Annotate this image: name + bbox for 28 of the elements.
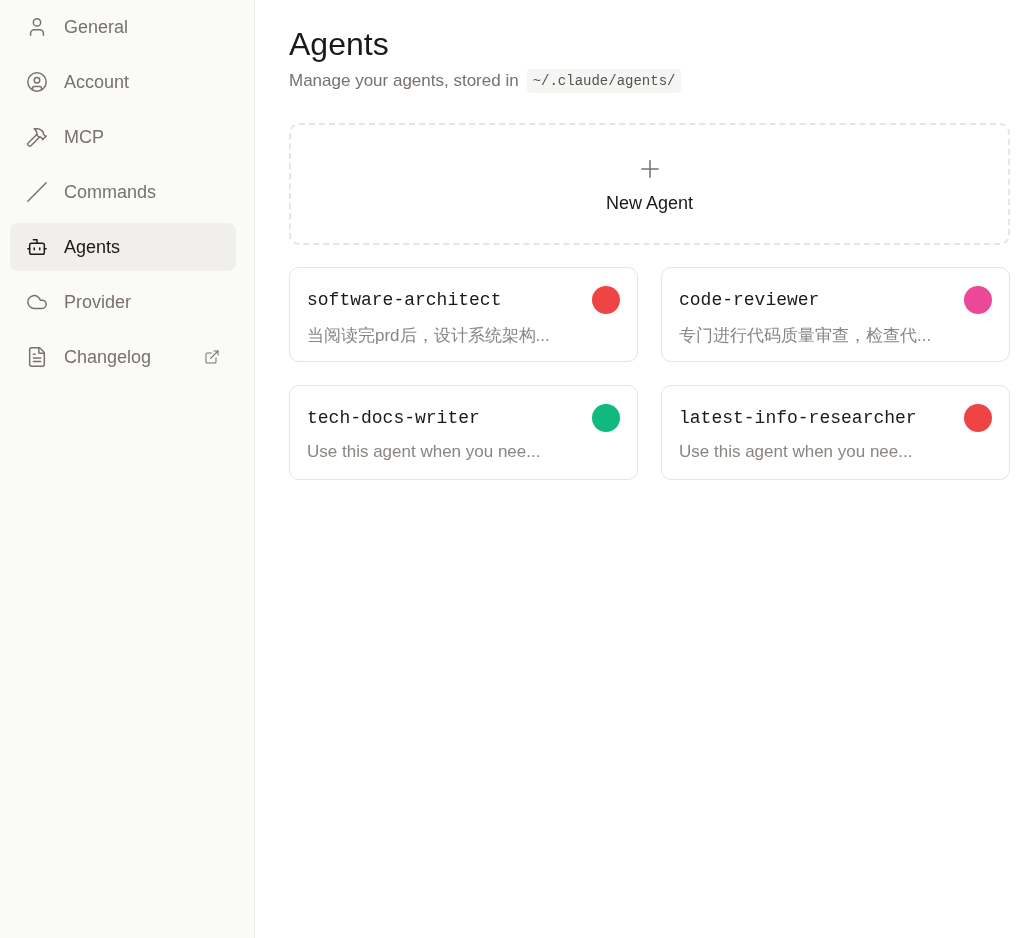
agent-card[interactable]: tech-docs-writer Use this agent when you nee... [289,385,638,480]
sidebar-item[interactable]: Account [10,58,236,106]
page-subtitle: Manage your agents, stored in [289,71,519,91]
agent-card[interactable]: software-architect 当阅读完prd后，设计系统架构... [289,267,638,362]
hammer-icon [26,126,48,148]
sidebar-item[interactable]: Commands [10,168,236,216]
sidebar-item[interactable]: Changelog [10,333,236,381]
slash-icon [26,181,48,203]
agent-name: software-architect [307,290,502,310]
page-title: Agents [289,26,390,63]
sidebar-item[interactable]: General [10,3,236,51]
new-agent-button[interactable]: New Agent [289,123,1010,245]
agents-path: ~/.claude/agents/ [526,69,682,93]
sidebar-item[interactable]: Agents [10,223,236,271]
agent-card[interactable]: code-reviewer 专门进行代码质量审查，检查代... [661,267,1010,362]
agent-description: Use this agent when you nee... [307,442,542,462]
robot-icon [26,236,48,258]
document-icon [26,346,48,368]
agent-description: Use this agent when you nee... [679,442,914,462]
agent-description: 专门进行代码质量审查，检查代... [679,325,933,347]
agent-name: code-reviewer [679,290,820,310]
agent-name: tech-docs-writer [307,408,480,428]
sidebar-item[interactable]: MCP [10,113,236,161]
agent-card[interactable]: latest-info-researcher Use this agent when you nee... [661,385,1010,480]
sidebar-item[interactable]: Provider [10,278,236,326]
account-icon [26,71,48,93]
agent-name: latest-info-researcher [679,408,917,428]
agent-description: 当阅读完prd后，设计系统架构... [307,325,551,347]
